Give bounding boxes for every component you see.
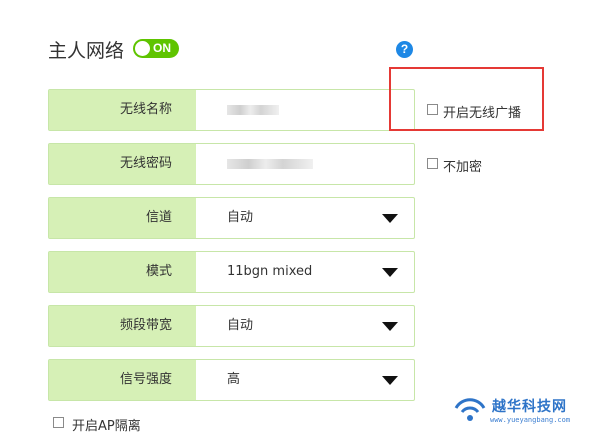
mode-select[interactable]: 模式 11bgn mixed: [48, 251, 415, 293]
ap-isolation-checkbox[interactable]: [53, 417, 64, 428]
watermark-logo: 越华科技网 www.yueyangbang.com: [450, 388, 590, 428]
mode-label: 模式: [49, 252, 196, 292]
channel-label: 信道: [49, 198, 196, 238]
bandwidth-select[interactable]: 频段带宽 自动: [48, 305, 415, 347]
highlight-box: [389, 67, 544, 131]
chevron-down-icon[interactable]: [382, 322, 398, 331]
channel-select[interactable]: 信道 自动: [48, 197, 415, 239]
signal-strength-value: 高: [227, 372, 241, 387]
password-input[interactable]: [227, 159, 313, 169]
password-row: 无线密码: [48, 143, 415, 185]
wifi-icon: [454, 398, 486, 421]
toggle-knob: [135, 41, 150, 56]
watermark-title: 越华科技网: [492, 399, 567, 415]
ap-isolation-label: 开启AP隔离: [72, 419, 141, 434]
network-toggle[interactable]: ON: [133, 39, 179, 58]
no-encrypt-label: 不加密: [443, 160, 483, 175]
ssid-input[interactable]: [227, 105, 279, 115]
ssid-label: 无线名称: [49, 90, 196, 130]
channel-value: 自动: [227, 210, 254, 225]
chevron-down-icon[interactable]: [382, 214, 398, 223]
broadcast-label: 开启无线广播: [443, 106, 522, 121]
mode-value: 11bgn mixed: [227, 264, 313, 279]
signal-strength-select[interactable]: 信号强度 高: [48, 359, 415, 401]
bandwidth-label: 频段带宽: [49, 306, 196, 346]
password-label: 无线密码: [49, 144, 196, 184]
chevron-down-icon[interactable]: [382, 376, 398, 385]
broadcast-checkbox[interactable]: [427, 104, 438, 115]
help-icon[interactable]: ?: [396, 41, 413, 58]
bandwidth-value: 自动: [227, 318, 254, 333]
page-title: 主人网络: [48, 40, 125, 62]
chevron-down-icon[interactable]: [382, 268, 398, 277]
signal-strength-label: 信号强度: [49, 360, 196, 400]
watermark-url: www.yueyangbang.com: [490, 416, 571, 424]
no-encrypt-checkbox[interactable]: [427, 158, 438, 169]
ssid-row: 无线名称: [48, 89, 415, 131]
toggle-label: ON: [153, 41, 171, 55]
